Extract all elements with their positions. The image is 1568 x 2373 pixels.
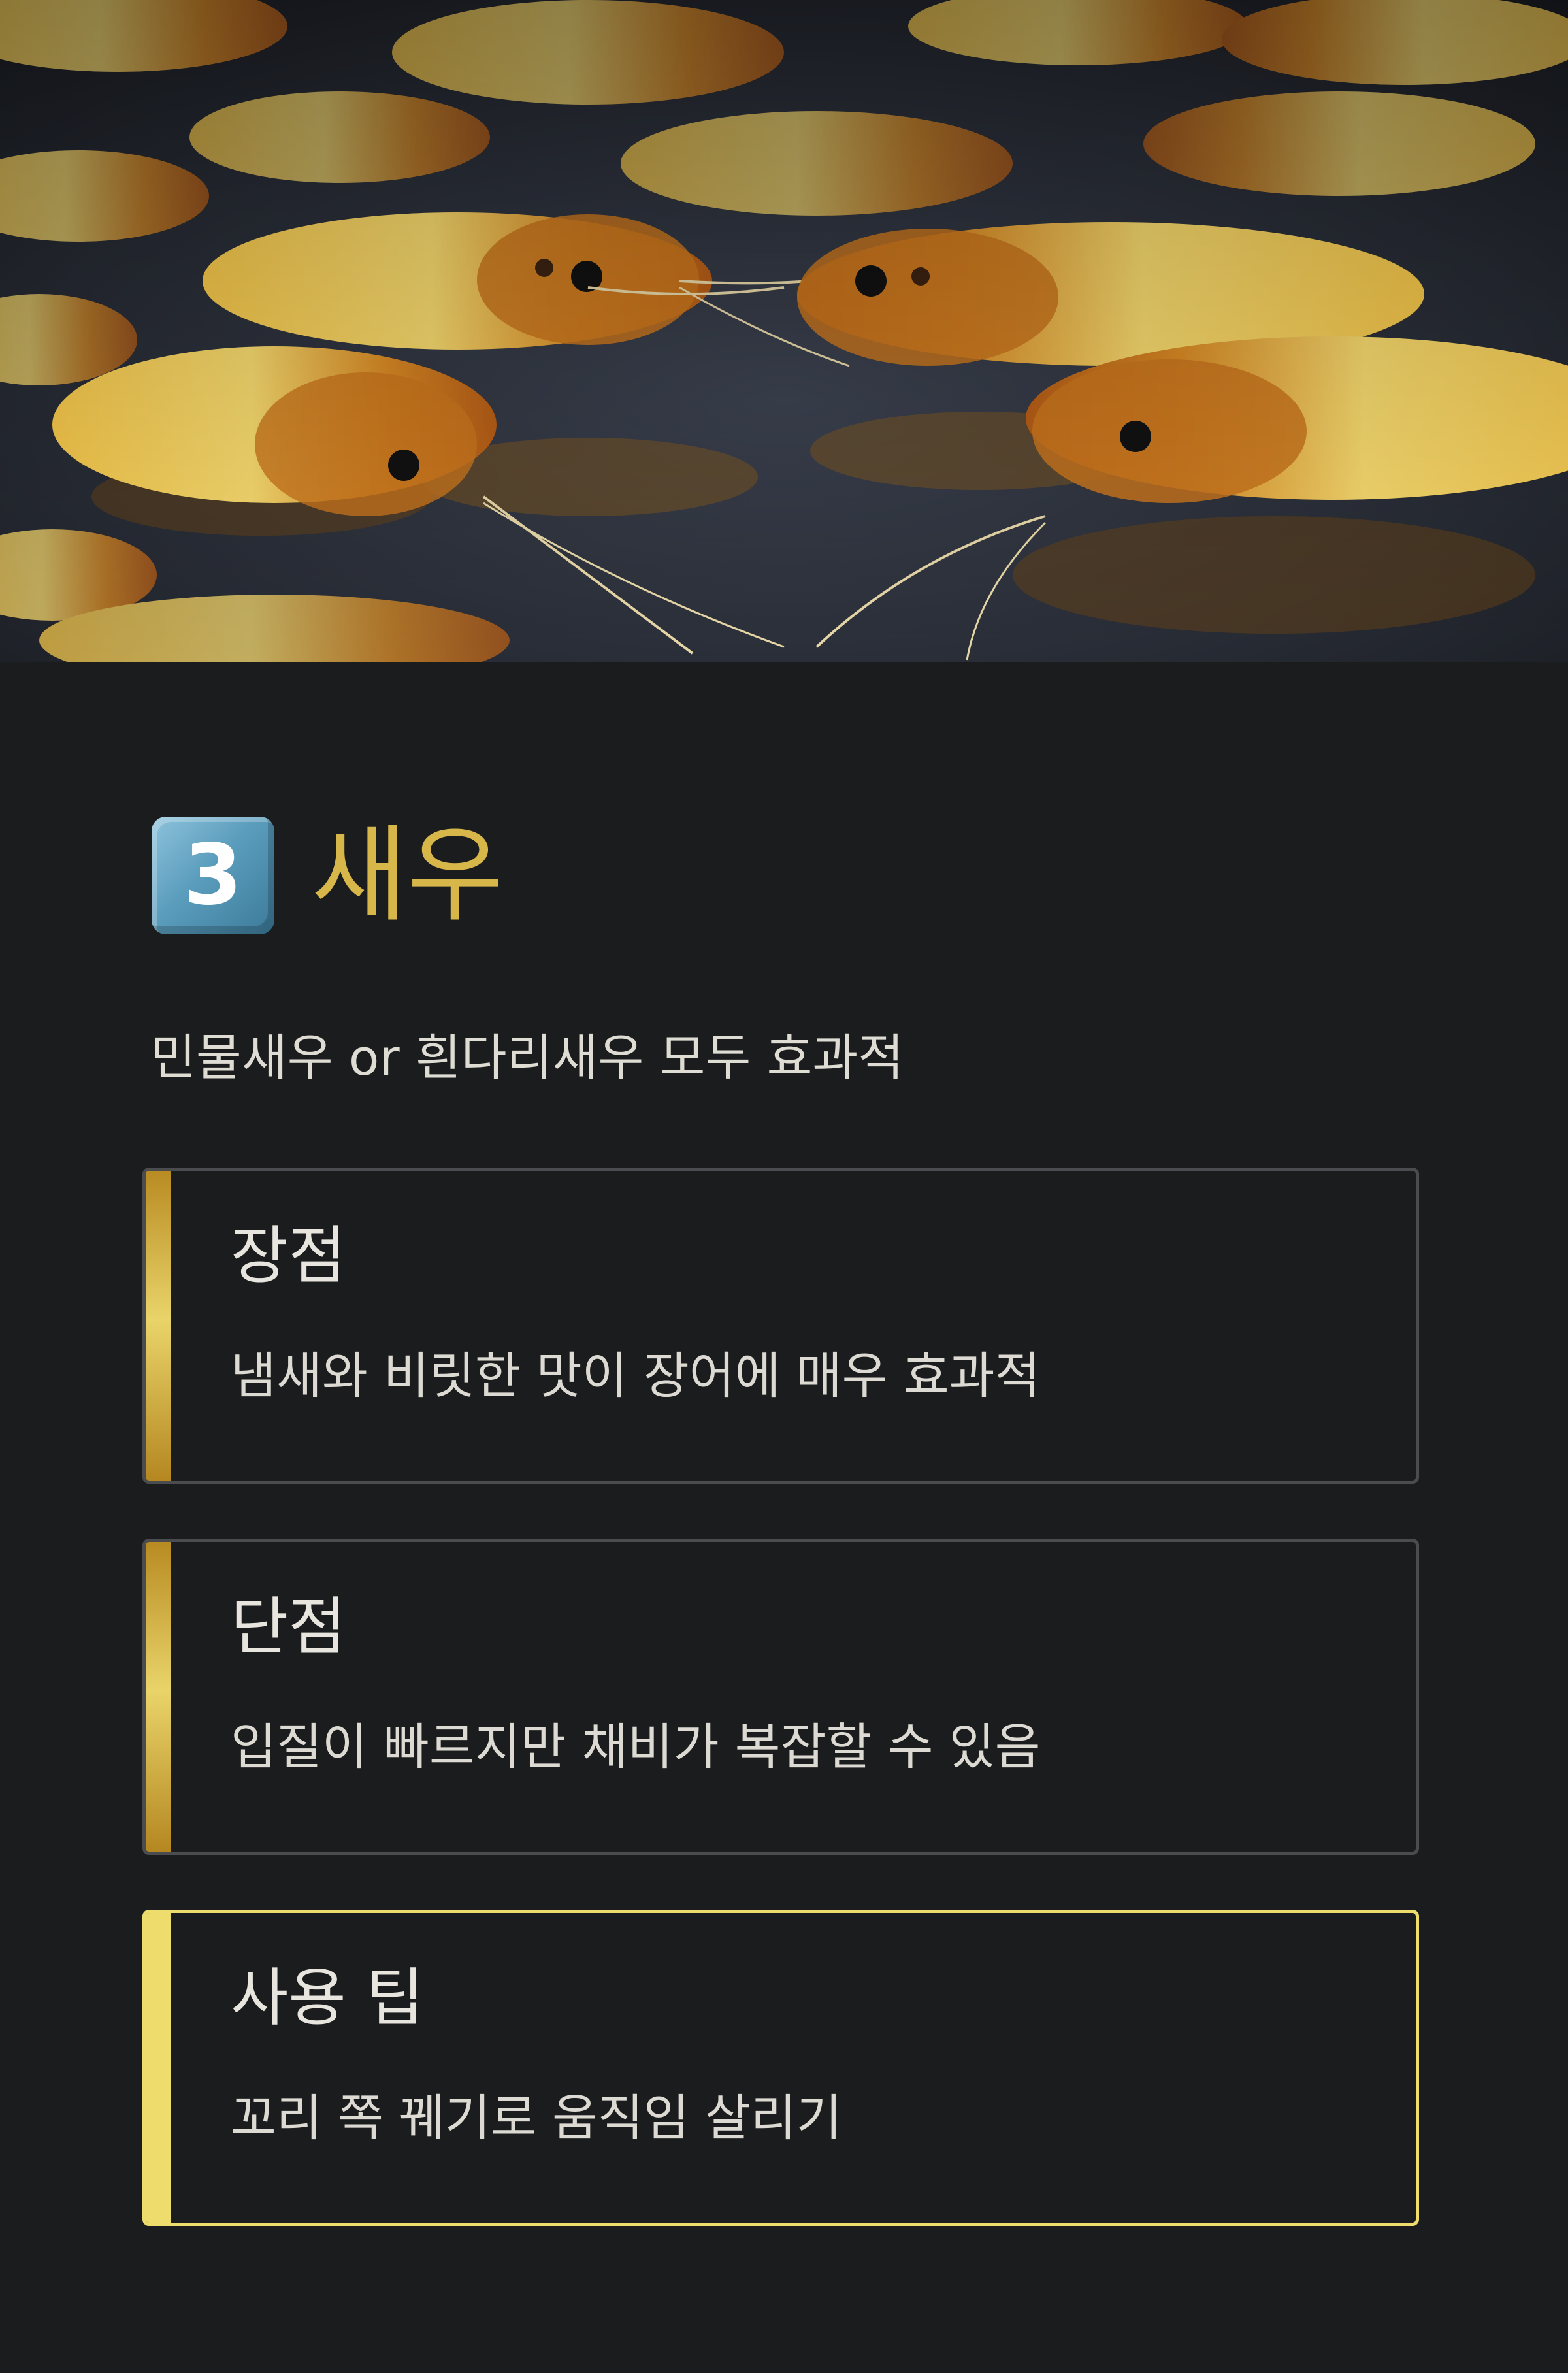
card-accent-bar bbox=[146, 1171, 171, 1481]
cons-card: 단점 입질이 빠르지만 채비가 복잡할 수 있음 bbox=[142, 1539, 1419, 1855]
shrimp-photo bbox=[0, 0, 1568, 662]
section-title: 새우 bbox=[311, 814, 504, 936]
card-heading: 단점 bbox=[231, 1590, 346, 1663]
card-accent-bar bbox=[146, 1913, 171, 2223]
card-text: 꼬리 쪽 꿰기로 움직임 살리기 bbox=[231, 2089, 842, 2147]
section-subtitle: 민물새우 or 흰다리새우 모두 효과적 bbox=[150, 1028, 904, 1087]
card-accent-bar bbox=[146, 1542, 171, 1852]
card-heading: 사용 팁 bbox=[231, 1961, 424, 2035]
card-text: 냄새와 비릿한 맛이 장어에 매우 효과적 bbox=[231, 1347, 1041, 1405]
card-text: 입질이 빠르지만 채비가 복잡할 수 있음 bbox=[231, 1718, 1041, 1776]
tip-card: 사용 팁 꼬리 쪽 꿰기로 움직임 살리기 bbox=[142, 1910, 1419, 2226]
content-panel: 3 새우 민물새우 or 흰다리새우 모두 효과적 장점 냄새와 비릿한 맛이 … bbox=[0, 662, 1568, 2373]
number-3-badge-icon: 3 bbox=[152, 817, 274, 934]
section-title-row: 3 새우 bbox=[152, 813, 503, 938]
pros-card: 장점 냄새와 비릿한 맛이 장어에 매우 효과적 bbox=[142, 1168, 1419, 1484]
hero-image bbox=[0, 0, 1568, 662]
card-heading: 장점 bbox=[231, 1219, 346, 1292]
